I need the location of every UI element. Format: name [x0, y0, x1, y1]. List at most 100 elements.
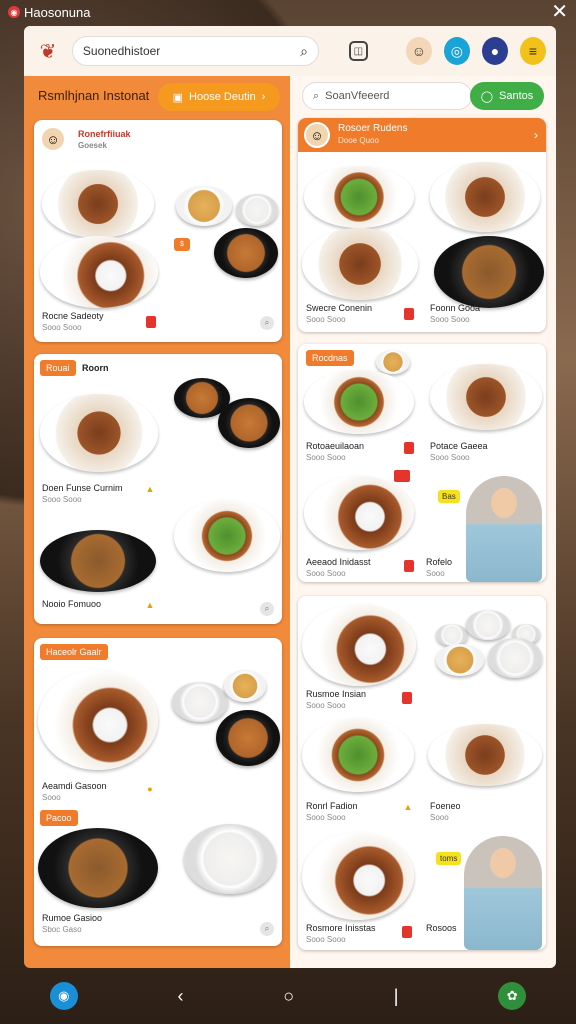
food-bowl — [218, 398, 280, 448]
app-launcher-icon[interactable]: ◉ — [49, 982, 78, 1010]
price-tag: $ — [174, 238, 190, 251]
chef-avatar: ☺ — [304, 122, 330, 148]
menu-card-r3[interactable]: Rusmoe Insian Sooo Sooo Ronrl Fadion Soo… — [298, 596, 546, 950]
card-title: Roorn — [82, 363, 109, 373]
dish-caption: Rumoe Gasioo Sboc Gaso — [42, 912, 102, 936]
avatar[interactable]: ☺ — [405, 37, 432, 65]
food-plate — [40, 394, 158, 472]
spicy-badge — [402, 692, 412, 704]
dish-meta: Sooo Sooo — [42, 323, 82, 332]
right-panel: ⌕ SoanVfeeerd ◯ Santos ☺ Rosoer Rudens D… — [290, 76, 556, 968]
dish-name: Rocne Sadeoty — [42, 311, 104, 321]
food-plate — [430, 364, 542, 430]
order-button-label: Hoose Deutin — [189, 91, 256, 103]
dish-name: Swecre Conenin — [306, 303, 373, 313]
search-input[interactable]: Suonedhistoer ⌕ — [71, 36, 319, 66]
food-bowl — [376, 350, 410, 374]
dish-name: Aeamdi Gasoon — [42, 781, 107, 791]
menu-icon[interactable]: ≡ — [519, 37, 547, 65]
dish-meta: Sboc Gaso — [42, 925, 82, 934]
food-bowl — [436, 624, 468, 646]
profile-icon[interactable]: ● — [481, 37, 508, 65]
card-tag: Rouai — [40, 360, 76, 376]
card-header: ☺ Rosoer Rudens Dooe Quoo › — [298, 118, 546, 152]
menu-card-r1[interactable]: ☺ Rosoer Rudens Dooe Quoo › Swecre Conen… — [298, 118, 546, 332]
dish-name: Rusmoe Insian — [306, 689, 367, 699]
order-button[interactable]: ▣ Hoose Deutin › — [158, 83, 280, 111]
rating-badge: ● — [147, 784, 153, 794]
spicy-badge — [404, 308, 414, 320]
staff-photo — [464, 836, 542, 950]
rating-badge: ▲ — [145, 484, 155, 494]
food-plate — [304, 166, 414, 228]
spicy-badge — [394, 470, 410, 482]
food-bowl — [172, 682, 228, 722]
window-title: Haosonuna — [24, 4, 91, 20]
food-plate — [38, 670, 158, 770]
dish-name: Aeeaod Inidasst — [306, 557, 371, 567]
go-button-label: Santos — [499, 90, 534, 102]
dish-meta: Sooo Sooo — [430, 453, 470, 462]
food-bowl — [436, 644, 484, 676]
right-search-input[interactable]: ⌕ SoanVfeeerd — [302, 82, 472, 110]
food-bowl — [176, 186, 232, 226]
circle-icon: ◯ — [480, 90, 494, 103]
dish-name: Nooio Fomuoo — [42, 599, 102, 609]
home-circle-icon[interactable]: ○ — [283, 986, 294, 1007]
card-tag: Pacoo — [40, 810, 78, 826]
dish-caption: Doen Funse Curnim Sooo Sooo — [42, 482, 123, 506]
recents-icon[interactable]: | — [394, 986, 399, 1007]
assistant-icon[interactable]: ✿ — [498, 982, 527, 1010]
close-icon[interactable]: ✕ — [551, 2, 568, 22]
app-icon: ◉ — [8, 6, 20, 18]
zoom-icon[interactable]: ⌕ — [260, 922, 274, 936]
dish-meta: Sooo — [426, 569, 445, 578]
search-icon[interactable]: ⌕ — [300, 43, 308, 60]
dish-meta: Sooo Sooo — [306, 453, 346, 462]
menu-card-1[interactable]: ☺ Ronefrfiiuak Goesek $ Rocne Sadeoty So… — [34, 120, 282, 342]
restaurant-title: Rsmlhjnan Instonat — [38, 88, 150, 103]
rating-badge: ▲ — [145, 600, 155, 610]
dish-name: Rumoe Gasioo — [42, 913, 103, 923]
dish-caption: Swecre Conenin Sooo Sooo — [306, 302, 372, 326]
food-plate — [304, 370, 414, 434]
card-title-text: Rosoer Rudens — [338, 123, 408, 134]
promo-chip[interactable]: Bas — [438, 490, 460, 503]
zoom-icon[interactable]: ⌕ — [260, 316, 274, 330]
dish-name: Ronrl Fadion — [306, 801, 358, 811]
search-text: Suonedhistoer — [82, 44, 161, 58]
go-button[interactable]: ◯ Santos — [470, 82, 544, 110]
spicy-badge — [402, 926, 412, 938]
dish-caption: Rocne Sadeoty Sooo Sooo — [42, 310, 104, 334]
menu-card-3[interactable]: Haceolr Gaalr Aeamdi Gasoon Sooo ● Pacoo… — [34, 638, 282, 946]
left-panel: Rsmlhjnan Instonat ▣ Hoose Deutin › ☺ Ro… — [24, 76, 290, 968]
promo-chip[interactable]: toms — [436, 852, 462, 865]
menu-card-2[interactable]: Rouai Roorn Doen Funse Curnim Sooo Sooo … — [34, 354, 282, 624]
dish-meta: Sooo Sooo — [306, 813, 346, 822]
calendar-icon: ▣ — [172, 91, 184, 104]
dish-caption: Rofelo Sooo — [426, 556, 452, 580]
notification-icon[interactable]: ◎ — [443, 37, 470, 65]
food-plate — [302, 718, 414, 792]
menu-card-r2[interactable]: Rocdnas Rotoaeuilaoan Sooo Sooo Potace G… — [298, 344, 546, 582]
food-plate — [42, 170, 154, 238]
search-icon: ⌕ — [313, 89, 320, 102]
back-icon[interactable]: ‹ — [178, 986, 184, 1007]
food-plate — [302, 228, 418, 300]
dish-caption: Foeneo Sooo — [430, 800, 461, 824]
food-bowl — [216, 710, 280, 766]
bag-icon[interactable]: ◫ — [348, 41, 368, 61]
dish-caption: Foonn Gooa Sooo Sooo — [430, 302, 480, 326]
right-search-text: SoanVfeeerd — [325, 90, 390, 102]
chevron-right-icon[interactable]: › — [534, 128, 538, 142]
dish-meta: Sooo — [430, 813, 449, 822]
spicy-badge — [146, 316, 156, 328]
food-bowl — [466, 610, 510, 640]
card-tag: Haceolr Gaalr — [40, 644, 108, 660]
spicy-badge — [404, 560, 414, 572]
food-bowl — [488, 638, 542, 678]
card-subtitle: Goesek — [78, 141, 107, 150]
zoom-icon[interactable]: ⌕ — [260, 602, 274, 616]
food-plate — [434, 236, 544, 308]
dish-caption: Rusmoe Insian Sooo Sooo — [306, 688, 366, 712]
